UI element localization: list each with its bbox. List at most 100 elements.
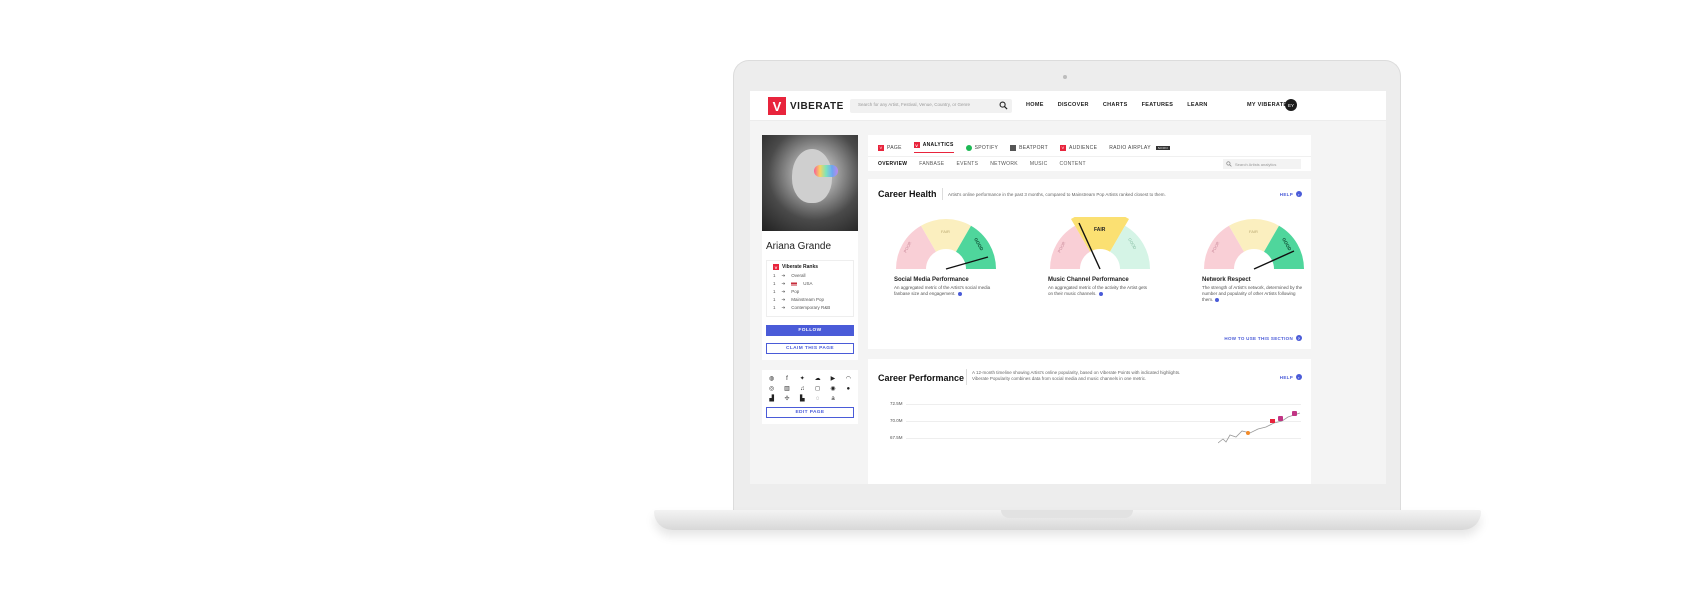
- ranks-title-text: Viberate Ranks: [782, 264, 819, 270]
- nav-features[interactable]: FEATURES: [1142, 102, 1174, 108]
- gauge-network-respect[interactable]: POOR FAIR GOOD Network Respect The stren…: [1202, 217, 1322, 303]
- gauge-description: The strength of Artist's network, determ…: [1202, 285, 1306, 303]
- claim-page-button[interactable]: CLAIM THIS PAGE: [766, 343, 854, 354]
- gauge-label-fair: FAIR: [1249, 229, 1258, 234]
- soundcloud-highlight-icon[interactable]: [1246, 431, 1250, 435]
- my-viberate-link[interactable]: MY VIBERATE: [1247, 102, 1287, 108]
- analytics-search-placeholder: Search Artists analytics: [1235, 162, 1277, 167]
- bandsintown-icon[interactable]: ▙: [800, 396, 805, 402]
- artist-card: Ariana Grande V Viberate Ranks 1 ➔ Overall…: [762, 231, 858, 360]
- laptop-notch: [1001, 510, 1133, 518]
- us-flag-icon: [791, 282, 798, 286]
- gauge-label-fair: FAIR: [1094, 227, 1106, 233]
- info-icon[interactable]: [1098, 291, 1103, 296]
- instagram-icon[interactable]: ◻: [815, 386, 820, 392]
- tab-analytics[interactable]: V ANALYTICS: [913, 142, 954, 153]
- rank-row[interactable]: 1 ➔ Pop: [773, 289, 847, 295]
- rank-arrow-icon: ➔: [781, 305, 786, 310]
- gauge-title: Social Media Performance: [894, 277, 969, 283]
- subtab-fanbase[interactable]: FANBASE: [919, 161, 944, 167]
- viberate-logo[interactable]: V: [768, 97, 786, 115]
- rank-row[interactable]: 1 ➔ Overall: [773, 273, 847, 279]
- analytics-tabs-card: V PAGE V ANALYTICS SPOTIFY BEATPORT V AUDIE…: [868, 135, 1311, 171]
- y-tick-label: 67.5M: [890, 435, 903, 440]
- twitter-icon[interactable]: ✦: [800, 376, 805, 382]
- career-health-description: Artist's online performance in the past …: [948, 192, 1166, 197]
- search-placeholder: Search for any Artist, Festival, Venue, …: [858, 102, 970, 107]
- howto-label: HOW TO USE THIS SECTION: [1224, 335, 1293, 341]
- shazam-icon[interactable]: ◉: [830, 386, 835, 392]
- camera-dot: [1063, 75, 1067, 79]
- gauge-music-channel[interactable]: POOR FAIR GOOD Music Channel Performance…: [1048, 217, 1168, 297]
- instagram-highlight-icon[interactable]: [1278, 416, 1283, 421]
- how-to-use-link[interactable]: HOW TO USE THIS SECTION?: [1224, 335, 1302, 341]
- rank-row[interactable]: 1 ➔ Contemporary R&B: [773, 305, 847, 311]
- deezer-icon[interactable]: ▥: [784, 386, 790, 392]
- nav-charts[interactable]: CHARTS: [1103, 102, 1128, 108]
- help-link[interactable]: HELP ›: [1280, 374, 1302, 380]
- rank-row[interactable]: 1 ➔ USA: [773, 281, 847, 287]
- career-health-card: Career Health Artist's online performanc…: [868, 179, 1311, 349]
- tab-page[interactable]: V PAGE: [878, 142, 902, 153]
- subtab-network[interactable]: NETWORK: [990, 161, 1018, 167]
- brand-name[interactable]: VIBERATE: [790, 101, 844, 112]
- spotify-icon[interactable]: ●: [847, 386, 851, 392]
- help-label: HELP: [1279, 191, 1293, 197]
- info-icon[interactable]: [957, 291, 962, 296]
- nav-learn[interactable]: LEARN: [1187, 102, 1207, 108]
- tab-audience[interactable]: V AUDIENCE: [1059, 142, 1098, 153]
- rank-label: Pop: [791, 289, 800, 294]
- nav-home[interactable]: HOME: [1026, 102, 1044, 108]
- beatport-icon: [1010, 144, 1017, 151]
- songkick-icon[interactable]: ◌: [816, 396, 820, 402]
- amazon-icon[interactable]: a: [831, 396, 834, 402]
- site-header: V VIBERATE Search for any Artist, Festiv…: [750, 91, 1386, 121]
- rank-row[interactable]: 1 ➔ Mainstream Pop: [773, 297, 847, 303]
- tab-label: AUDIENCE: [1068, 144, 1098, 151]
- career-health-title: Career Health: [878, 189, 937, 199]
- social-links-card: ◍ f ✦ ☁ ▶ ◠ ◎ ▥ ♫ ◻ ◉ ● ▟ ✢ ▙ ◌ a EDIT P…: [762, 370, 858, 424]
- instagram-highlight-icon[interactable]: [1292, 411, 1297, 416]
- nav-discover[interactable]: DISCOVER: [1058, 102, 1089, 108]
- viberate-tab-icon: V: [1059, 144, 1066, 151]
- hero-scene: V VIBERATE Search for any Artist, Festiv…: [0, 0, 1707, 607]
- ranks-title: V Viberate Ranks: [773, 264, 847, 270]
- subtab-content[interactable]: CONTENT: [1060, 161, 1086, 167]
- rainbow-makeup: [814, 165, 838, 177]
- subtab-events[interactable]: EVENTS: [956, 161, 978, 167]
- facebook-icon[interactable]: f: [786, 376, 788, 382]
- avatar[interactable]: EY: [1285, 99, 1297, 111]
- youtube-icon[interactable]: ▶: [831, 376, 836, 382]
- tab-label: RADIO AIRPLAY: [1109, 144, 1151, 151]
- headphones-icon[interactable]: ◠: [846, 376, 851, 382]
- tidal-icon[interactable]: ✢: [784, 396, 789, 402]
- subtab-music[interactable]: MUSIC: [1030, 161, 1048, 167]
- follow-button[interactable]: FOLLOW: [766, 325, 854, 336]
- y-tick-label: 70.0M: [890, 418, 903, 423]
- rank-label: Overall: [791, 273, 806, 278]
- search-icon[interactable]: [999, 101, 1008, 110]
- popularity-line: [1218, 411, 1301, 444]
- itunes-icon[interactable]: ♫: [800, 386, 805, 392]
- laptop-screen: V VIBERATE Search for any Artist, Festiv…: [750, 91, 1386, 484]
- gauge-social-media[interactable]: POOR FAIR GOOD Social Media Performance …: [894, 217, 1014, 297]
- main-nav: HOME DISCOVER CHARTS FEATURES LEARN: [1026, 102, 1208, 108]
- info-icon[interactable]: [1215, 297, 1220, 302]
- search-input[interactable]: Search for any Artist, Festival, Venue, …: [850, 99, 1012, 113]
- tab-spotify[interactable]: SPOTIFY: [965, 142, 999, 153]
- gauge-music-svg: POOR FAIR GOOD: [1050, 217, 1150, 270]
- globe-icon[interactable]: ◍: [769, 376, 774, 382]
- tab-radio-airplay[interactable]: RADIO AIRPLAY SOON: [1109, 142, 1170, 153]
- subtab-overview[interactable]: OVERVIEW: [878, 161, 907, 167]
- soundcloud-icon[interactable]: ☁: [815, 376, 821, 382]
- help-link[interactable]: HELP ›: [1280, 191, 1302, 197]
- edit-page-button[interactable]: EDIT PAGE: [766, 407, 854, 418]
- youtube-highlight-icon[interactable]: [1270, 419, 1275, 423]
- chart-icon[interactable]: ▟: [769, 396, 774, 402]
- laptop-lid: V VIBERATE Search for any Artist, Festiv…: [733, 60, 1401, 510]
- analytics-search-input[interactable]: Search Artists analytics: [1223, 159, 1301, 169]
- mixcloud-icon[interactable]: ◎: [769, 386, 774, 392]
- rank-position: 1: [773, 297, 776, 302]
- tab-beatport[interactable]: BEATPORT: [1010, 142, 1048, 153]
- rank-label: Mainstream Pop: [791, 297, 825, 302]
